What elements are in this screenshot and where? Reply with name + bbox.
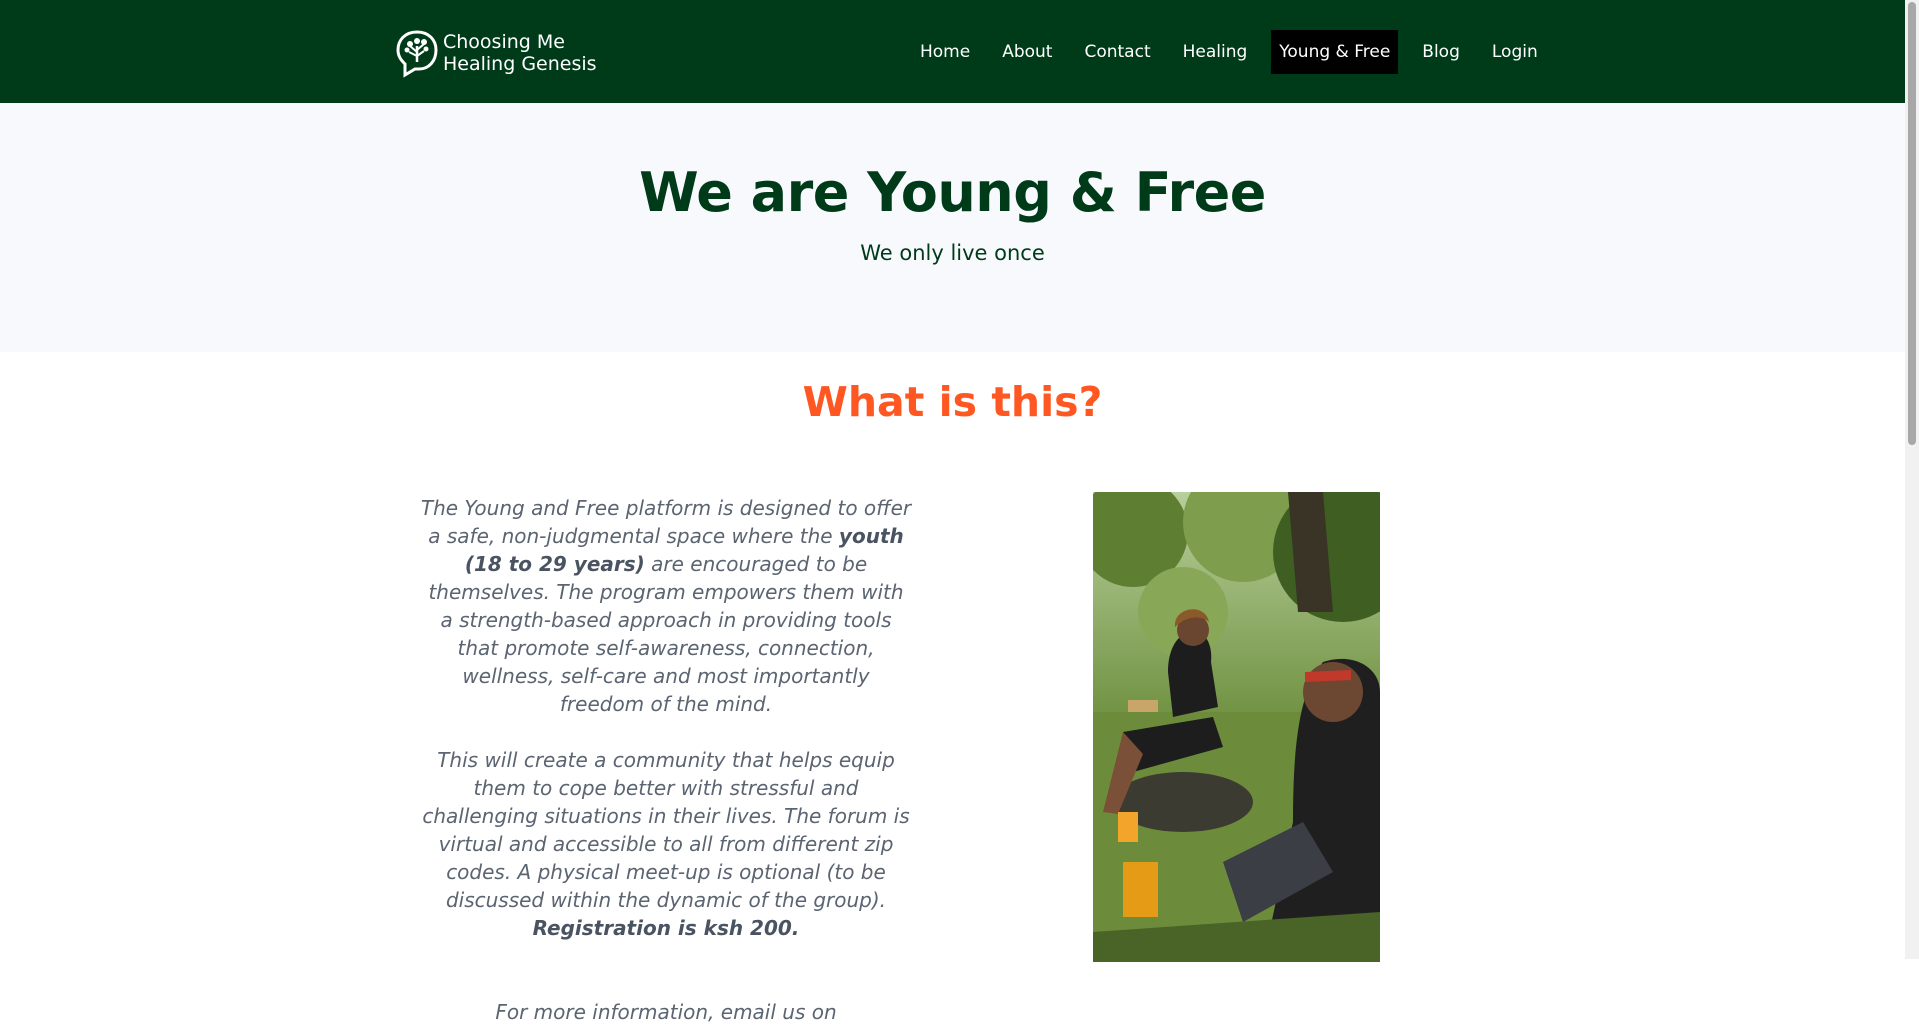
brand-name: Choosing Me Healing Genesis — [443, 31, 597, 75]
main-nav: Home About Contact Healing Young & Free … — [912, 30, 1546, 74]
paragraph-1-text-b: are encouraged to be themselves. The pro… — [428, 552, 904, 716]
brand-line-2: Healing Genesis — [443, 53, 597, 75]
scrollbar-thumb[interactable] — [1908, 2, 1916, 445]
hero-subtitle: We only live once — [860, 241, 1045, 265]
registration-fee: Registration is ksh 200. — [532, 916, 800, 940]
nav-contact[interactable]: Contact — [1076, 30, 1158, 74]
nav-healing[interactable]: Healing — [1175, 30, 1256, 74]
brand-line-1: Choosing Me — [443, 31, 565, 53]
nav-blog[interactable]: Blog — [1414, 30, 1468, 74]
nav-about[interactable]: About — [994, 30, 1060, 74]
paragraph-3: For more information, email us on — [495, 1000, 837, 1024]
young-people-outdoor-photo — [1093, 492, 1380, 962]
top-navbar: Choosing Me Healing Genesis Home About C… — [0, 0, 1905, 103]
nav-young-and-free[interactable]: Young & Free — [1271, 30, 1399, 74]
paragraph-1: The Young and Free platform is designed … — [420, 494, 912, 718]
hero-title: We are Young & Free — [639, 161, 1266, 224]
section-title: What is this? — [802, 378, 1103, 426]
paragraph-1-text-a: The Young and Free platform is designed … — [420, 496, 912, 548]
description-text: The Young and Free platform is designed … — [420, 494, 912, 1026]
nav-home[interactable]: Home — [912, 30, 978, 74]
hero-section: We are Young & Free We only live once — [0, 103, 1905, 352]
brand-home-link[interactable]: Choosing Me Healing Genesis — [395, 27, 597, 79]
photo-illustration — [1093, 492, 1380, 962]
nav-login[interactable]: Login — [1484, 30, 1546, 74]
head-tree-logo-icon — [396, 30, 438, 78]
paragraph-2: This will create a community that helps … — [420, 746, 912, 942]
page-scrollbar[interactable] — [1905, 0, 1919, 959]
paragraph-2-text: This will create a community that helps … — [422, 748, 910, 912]
